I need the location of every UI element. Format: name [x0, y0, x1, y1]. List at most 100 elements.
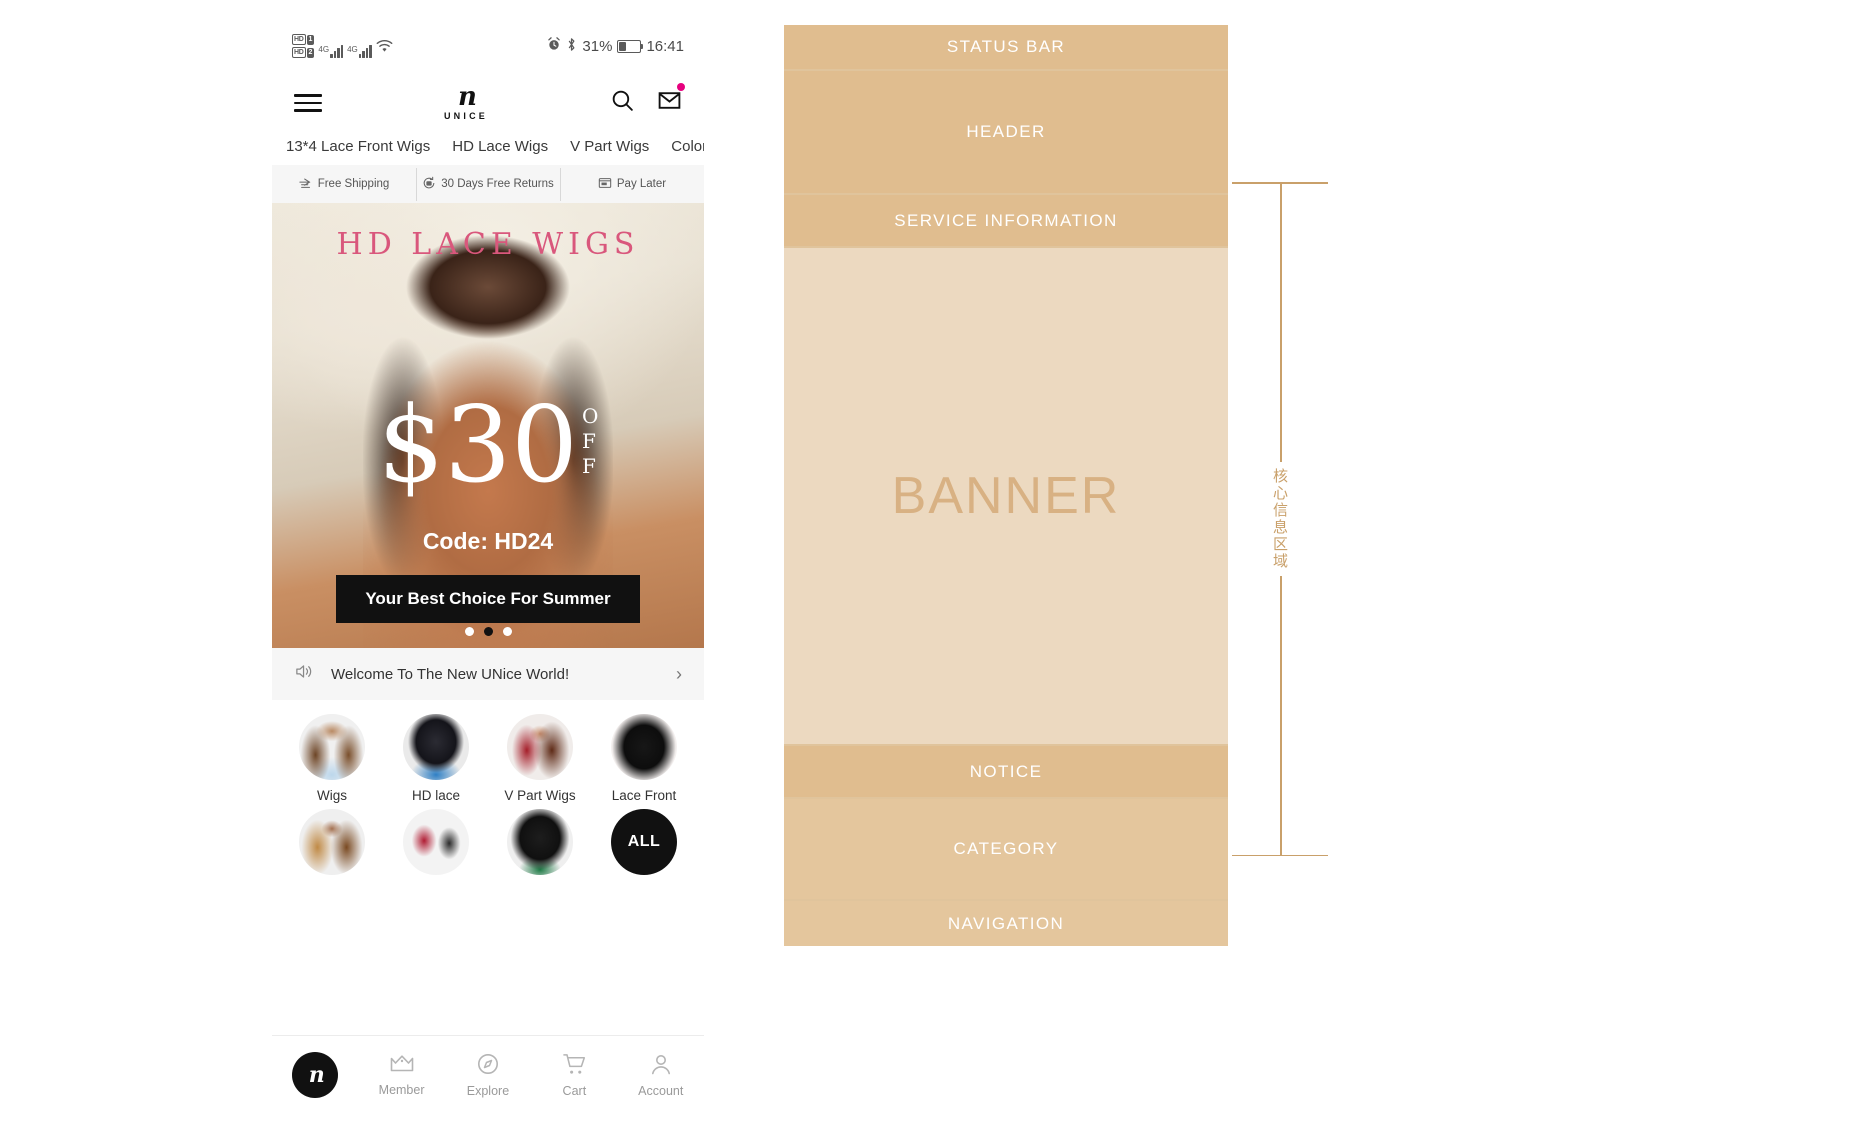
annotation-panel: STATUS BAR HEADER SERVICE INFORMATION BA… — [784, 25, 1228, 946]
sim-slot-1: 1 — [306, 34, 315, 45]
category-label: Wigs — [317, 788, 347, 803]
category-avatar — [507, 809, 573, 875]
off-letter-f2: F — [582, 454, 596, 478]
wifi-icon — [376, 38, 393, 58]
off-letter-f1: F — [582, 429, 596, 453]
category-item-6[interactable] — [384, 809, 488, 883]
carousel-dot[interactable] — [502, 627, 512, 636]
notice-text: Welcome To The New UNice World! — [331, 665, 570, 683]
network-type-2: 4G — [347, 45, 358, 54]
nav-label: Member — [378, 1083, 425, 1097]
nav-item-account[interactable]: Account — [625, 1052, 697, 1098]
category-label: Lace Front — [611, 788, 677, 803]
banner-price: $30 — [377, 384, 578, 506]
service-label: 30 Days Free Returns — [441, 178, 554, 190]
signal-bars-icon — [330, 45, 344, 58]
notice-bar[interactable]: Welcome To The New UNice World! › — [272, 648, 704, 700]
app-header: n UNICE — [272, 72, 704, 134]
crown-icon — [389, 1053, 415, 1078]
mail-icon[interactable] — [657, 83, 685, 118]
category-avatar — [403, 714, 469, 780]
nav-item-home[interactable]: n — [279, 1052, 351, 1098]
tab-13x4-lace-front-wigs[interactable]: 13*4 Lace Front Wigs — [286, 138, 430, 155]
nav-item-explore[interactable]: Explore — [452, 1052, 524, 1098]
signal-indicator-1: 4G — [318, 45, 344, 58]
phone-mockup: HD 1 HD 2 4G 4G 31% 16:41 n UNICE 13*4 L… — [272, 20, 704, 1114]
category-label: HD lace — [411, 788, 460, 803]
nav-label: Account — [638, 1084, 684, 1098]
category-avatar — [403, 809, 469, 875]
annotation-band-category: CATEGORY — [784, 799, 1228, 901]
signal-indicator-2: 4G — [347, 45, 372, 58]
category-item-hd-lace[interactable]: HD lace — [384, 714, 488, 803]
bluetooth-icon — [566, 37, 577, 56]
banner-off-label: O F F — [582, 404, 598, 479]
category-avatar — [299, 714, 365, 780]
clock-time: 16:41 — [646, 37, 684, 55]
annotation-band-header: HEADER — [784, 71, 1228, 195]
category-avatar — [299, 809, 365, 875]
category-item-v-part-wigs[interactable]: V Part Wigs — [488, 714, 592, 803]
annotation-band-navigation: NAVIGATION — [784, 901, 1228, 946]
annotation-band-service-information: SERVICE INFORMATION — [784, 195, 1228, 248]
carousel-dots[interactable] — [272, 627, 704, 636]
search-icon[interactable] — [610, 88, 635, 118]
nav-item-member[interactable]: Member — [366, 1053, 438, 1097]
category-item-5[interactable] — [280, 809, 384, 883]
network-type-1: 4G — [318, 45, 330, 54]
off-letter-o: O — [582, 404, 599, 428]
service-free-returns[interactable]: 30 Days Free Returns — [416, 167, 560, 201]
hamburger-menu-icon[interactable] — [294, 89, 322, 116]
service-free-shipping[interactable]: Free Shipping — [272, 176, 416, 193]
category-item-lace-front[interactable]: Lace Front — [592, 714, 696, 803]
service-information-bar: Free Shipping 30 Days Free Returns Pay L… — [272, 165, 704, 203]
tab-v-part-wigs[interactable]: V Part Wigs — [570, 138, 649, 155]
carousel-dot-active[interactable] — [483, 627, 493, 636]
category-avatar-all: ALL — [611, 809, 677, 875]
sim-slot-2: 2 — [306, 47, 315, 58]
notification-badge — [676, 83, 685, 91]
status-bar: HD 1 HD 2 4G 4G 31% 16:41 — [272, 20, 704, 72]
unice-logo-icon: n — [292, 1052, 339, 1098]
hd-label-1: HD — [292, 34, 306, 45]
bottom-navigation: n Member Explore Cart Account — [272, 1035, 704, 1114]
bracket-bottom-line — [1232, 854, 1328, 856]
tab-colored-wigs[interactable]: Colored w — [671, 138, 704, 155]
nav-item-cart[interactable]: Cart — [538, 1053, 610, 1098]
carousel-dot[interactable] — [464, 627, 474, 636]
banner-promo: $30 O F F — [272, 384, 704, 506]
category-item-all[interactable]: ALL — [592, 809, 696, 883]
unice-logo[interactable]: n UNICE — [444, 81, 488, 121]
tab-hd-lace-wigs[interactable]: HD Lace Wigs — [452, 138, 548, 155]
category-label: V Part Wigs — [504, 788, 576, 803]
nav-label: Explore — [466, 1084, 510, 1098]
banner-cta-button[interactable]: Your Best Choice For Summer — [336, 575, 640, 623]
compass-icon — [476, 1052, 500, 1079]
category-item-7[interactable] — [488, 809, 592, 883]
category-grid: Wigs HD lace V Part Wigs Lace Front ALL — [272, 700, 704, 883]
service-label: Free Shipping — [317, 178, 390, 190]
shipping-icon — [299, 176, 313, 193]
banner-promo-code: Code: HD24 — [422, 528, 554, 554]
signal-bars-icon — [358, 45, 372, 58]
alarm-icon — [547, 37, 561, 55]
annotation-band-notice: NOTICE — [784, 746, 1228, 799]
unice-logo-mark: n — [458, 81, 477, 112]
header-actions — [610, 83, 685, 118]
battery-percent: 31% — [582, 37, 613, 55]
dual-sim-indicator: HD 1 HD 2 — [292, 34, 315, 58]
hero-banner[interactable]: HD LACE WIGS $30 O F F Code: HD24 Your B… — [272, 203, 704, 648]
chevron-right-icon[interactable]: › — [676, 664, 682, 685]
battery-icon — [617, 39, 644, 53]
returns-icon — [422, 176, 436, 193]
status-bar-left: HD 1 HD 2 4G 4G — [292, 34, 393, 58]
service-pay-later[interactable]: Pay Later — [560, 167, 704, 201]
core-info-bracket: 核心信息区域 — [1232, 182, 1328, 856]
category-item-wigs[interactable]: Wigs — [280, 714, 384, 803]
service-label: Pay Later — [616, 178, 667, 190]
annotation-band-status-bar: STATUS BAR — [784, 25, 1228, 71]
nav-label: Cart — [562, 1083, 587, 1098]
category-avatar — [507, 714, 573, 780]
paylater-icon — [598, 176, 612, 193]
status-bar-right: 31% 16:41 — [547, 37, 684, 56]
